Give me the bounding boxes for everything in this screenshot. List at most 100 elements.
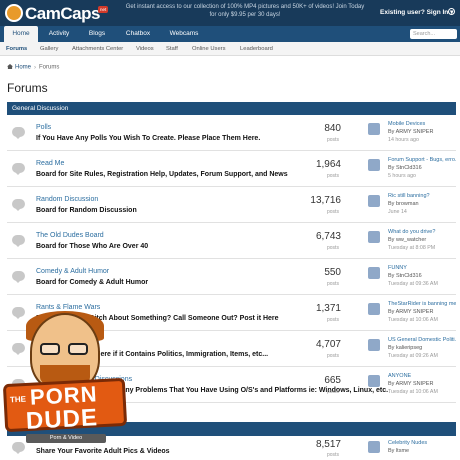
forum-post-count-label: posts bbox=[327, 209, 339, 215]
sign-in-link[interactable]: Existing user? Sign In ▾ bbox=[380, 8, 453, 16]
last-post-time: Tuesday at 09:26 AM bbox=[388, 353, 438, 359]
forum-description: If You Have Any Polls You Wish To Create… bbox=[36, 135, 261, 142]
breadcrumb: Home › Forums bbox=[7, 64, 59, 71]
subnav-online-users[interactable]: Online Users bbox=[192, 42, 226, 56]
forum-row[interactable]: Read Me Board for Site Rules, Registratio… bbox=[7, 151, 456, 187]
forum-title[interactable]: The Old Dudes Board bbox=[36, 232, 104, 239]
breadcrumb-current[interactable]: Forums bbox=[39, 65, 59, 71]
watermark-subtitle: Porn & Video bbox=[26, 434, 106, 443]
forum-read-icon bbox=[12, 127, 25, 139]
forum-title[interactable]: Read Me bbox=[36, 160, 64, 167]
forum-row[interactable]: Polls If You Have Any Polls You Wish To C… bbox=[7, 115, 456, 151]
last-post-author[interactable]: By browman bbox=[388, 201, 419, 207]
last-post-time: 5 hours ago bbox=[388, 173, 416, 179]
forum-description: Board for Site Rules, Registration Help,… bbox=[36, 171, 288, 178]
tab-webcams[interactable]: Webcams bbox=[164, 26, 204, 42]
avatar[interactable] bbox=[368, 441, 380, 453]
subnav-gallery[interactable]: Gallery bbox=[40, 42, 58, 56]
forum-title[interactable]: Comedy & Adult Humor bbox=[36, 268, 109, 275]
avatar[interactable] bbox=[368, 231, 380, 243]
forum-title[interactable]: Rants & Flame Wars bbox=[36, 304, 100, 311]
forum-post-count: 1,964 bbox=[315, 159, 341, 170]
last-post-author[interactable]: By ltsme bbox=[388, 448, 409, 454]
last-post-time: Tuesday at 8:08 PM bbox=[388, 245, 436, 251]
last-post-title[interactable]: Forum Support - Bugs, erro... bbox=[388, 157, 456, 163]
last-post-author[interactable]: By kalieripseg bbox=[388, 345, 422, 351]
logo-text: CamCaps bbox=[25, 4, 100, 23]
search-icon[interactable] bbox=[448, 8, 455, 15]
tab-home[interactable]: Home bbox=[4, 26, 38, 42]
home-icon bbox=[7, 64, 13, 69]
forum-description: Board for Random Discussion bbox=[36, 207, 137, 214]
last-post-time: Tuesday at 10:06 AM bbox=[388, 317, 438, 323]
last-post-title[interactable]: Ric still banning? bbox=[388, 193, 456, 199]
avatar[interactable] bbox=[368, 159, 380, 171]
main-nav: Home Activity Blogs Chatbox Webcams Sear… bbox=[0, 26, 460, 42]
search-input[interactable]: Search... bbox=[410, 29, 457, 39]
subnav-attachments[interactable]: Attachments Center bbox=[72, 42, 123, 56]
forum-post-count-label: posts bbox=[327, 173, 339, 179]
watermark-dude: DUDE bbox=[25, 404, 99, 435]
avatar[interactable] bbox=[368, 123, 380, 135]
subnav-forums[interactable]: Forums bbox=[6, 42, 27, 56]
page-title: Forums bbox=[7, 81, 48, 95]
avatar[interactable] bbox=[368, 339, 380, 351]
forum-row[interactable]: Comedy & Adult Humor Board for Comedy & A… bbox=[7, 259, 456, 295]
last-post-author[interactable]: By ARMY SNIPER bbox=[388, 129, 433, 135]
forum-row[interactable]: Random Discussion Board for Random Discus… bbox=[7, 187, 456, 223]
forum-post-count-label: posts bbox=[327, 452, 339, 458]
last-post-time: Tuesday at 09:36 AM bbox=[388, 281, 438, 287]
forum-post-count: 6,743 bbox=[315, 231, 341, 242]
forum-description: Board for Those Who Are Over 40 bbox=[36, 243, 149, 250]
last-post-title[interactable]: ANYONE bbox=[388, 373, 456, 379]
last-post-author[interactable]: By StnCld316 bbox=[388, 273, 422, 279]
porn-dude-watermark[interactable]: THE PORN DUDE Porn & Video bbox=[0, 311, 128, 460]
last-post-author[interactable]: By ARMY SNIPER bbox=[388, 309, 433, 315]
logo-badge: net bbox=[98, 6, 109, 13]
tab-activity[interactable]: Activity bbox=[42, 26, 76, 42]
forum-post-count: 840 bbox=[324, 123, 341, 134]
forum-post-count-label: posts bbox=[327, 353, 339, 359]
site-logo[interactable]: CamCaps net bbox=[5, 3, 113, 23]
tab-chatbox[interactable]: Chatbox bbox=[120, 26, 156, 42]
camera-icon bbox=[5, 4, 23, 22]
last-post-title[interactable]: Celebrity Nudes bbox=[388, 440, 456, 446]
forum-post-count-label: posts bbox=[327, 317, 339, 323]
last-post-author[interactable]: By StnCld316 bbox=[388, 165, 422, 171]
breadcrumb-separator: › bbox=[34, 64, 37, 71]
forum-post-count: 4,707 bbox=[315, 339, 341, 350]
forum-row[interactable]: The Old Dudes Board Board for Those Who A… bbox=[7, 223, 456, 259]
subnav-videos[interactable]: Videos bbox=[136, 42, 154, 56]
forum-post-count: 665 bbox=[324, 375, 341, 386]
last-post-author[interactable]: By ww_watcher bbox=[388, 237, 426, 243]
forum-post-count-label: posts bbox=[327, 245, 339, 251]
forum-post-count: 13,716 bbox=[310, 195, 341, 206]
last-post-title[interactable]: What do you drive? bbox=[388, 229, 456, 235]
category-header[interactable]: General Discussion bbox=[7, 102, 456, 115]
forum-post-count: 1,371 bbox=[315, 303, 341, 314]
avatar[interactable] bbox=[368, 375, 380, 387]
forum-post-count: 550 bbox=[324, 267, 341, 278]
last-post-title[interactable]: FUNNY bbox=[388, 265, 456, 271]
sub-nav: Forums Gallery Attachments Center Videos… bbox=[0, 42, 460, 56]
last-post-title[interactable]: TheStarRider is banning me... bbox=[388, 301, 456, 307]
glasses-icon bbox=[40, 343, 90, 355]
last-post-time: June 14 bbox=[388, 209, 407, 215]
avatar[interactable] bbox=[368, 303, 380, 315]
forum-title[interactable]: Polls bbox=[36, 124, 51, 131]
promo-text[interactable]: Get instant access to our collection of … bbox=[125, 3, 365, 19]
top-header: CamCaps net Get instant access to our co… bbox=[0, 0, 460, 26]
avatar[interactable] bbox=[368, 195, 380, 207]
forum-post-count: 8,517 bbox=[315, 439, 341, 450]
tab-blogs[interactable]: Blogs bbox=[82, 26, 112, 42]
forum-description: Board for Comedy & Adult Humor bbox=[36, 279, 149, 286]
forum-title[interactable]: Random Discussion bbox=[36, 196, 98, 203]
last-post-time: 14 hours ago bbox=[388, 137, 419, 143]
breadcrumb-home[interactable]: Home bbox=[15, 65, 31, 71]
avatar[interactable] bbox=[368, 267, 380, 279]
subnav-leaderboard[interactable]: Leaderboard bbox=[240, 42, 273, 56]
last-post-title[interactable]: Mobile Devices bbox=[388, 121, 456, 127]
last-post-author[interactable]: By ARMY SNIPER bbox=[388, 381, 433, 387]
last-post-title[interactable]: US General Domestic Politi... bbox=[388, 337, 456, 343]
subnav-staff[interactable]: Staff bbox=[166, 42, 178, 56]
